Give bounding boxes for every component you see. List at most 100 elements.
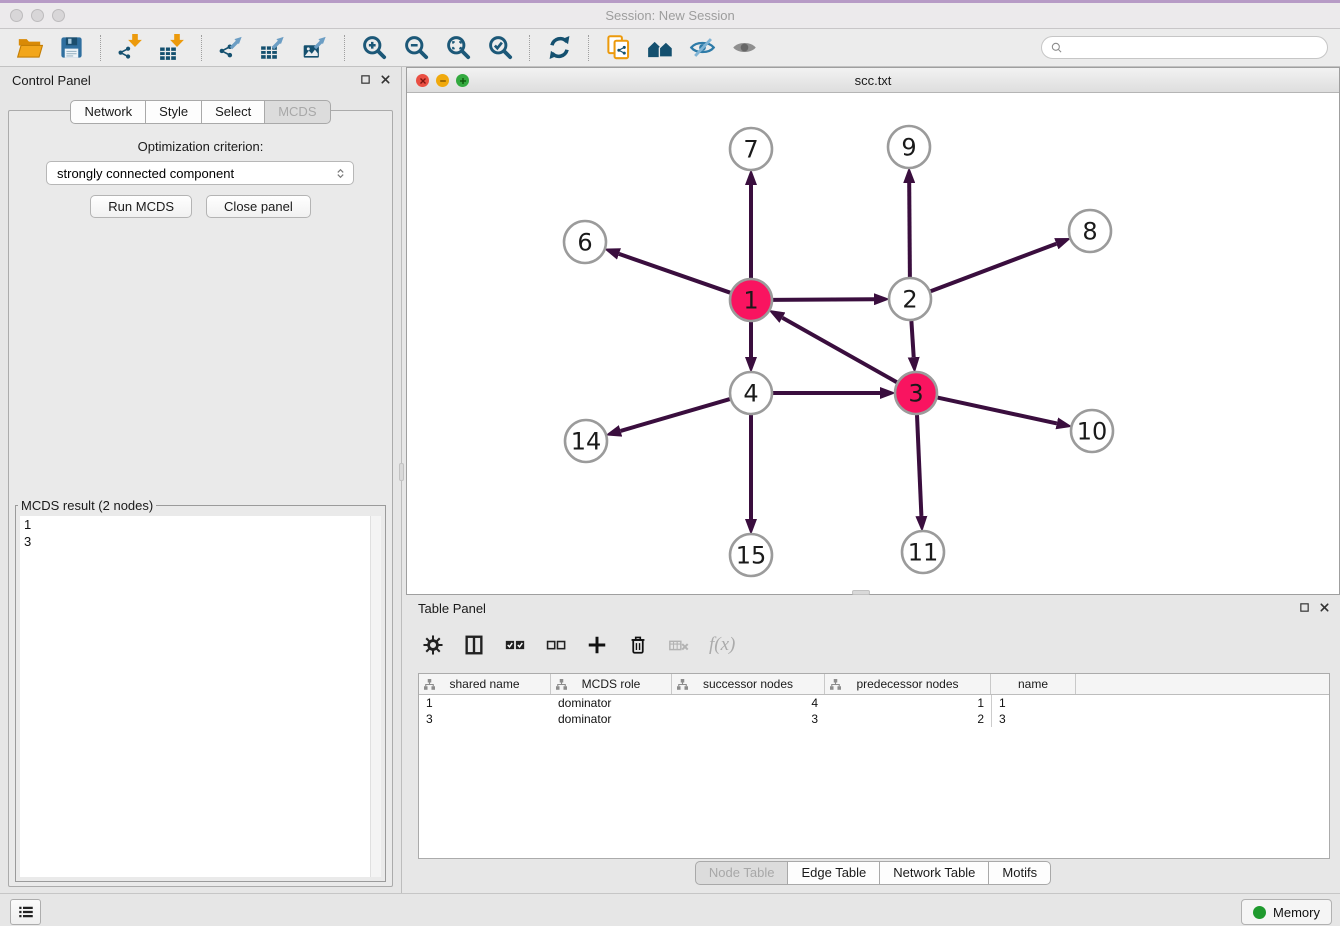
graph-node-7[interactable]: 7 — [730, 128, 772, 170]
function-builder-icon: f(x) — [709, 634, 735, 656]
float-panel-icon[interactable] — [1299, 602, 1310, 613]
table-panel: Table Panel f(x) shared nameMCDS rolesuc… — [406, 595, 1340, 893]
open-session-button[interactable] — [14, 33, 44, 63]
memory-label: Memory — [1273, 905, 1320, 920]
table-tab-motifs[interactable]: Motifs — [988, 861, 1051, 885]
graph-edge-1-2[interactable] — [773, 299, 874, 300]
table-row[interactable]: 3dominator323 — [419, 711, 1329, 727]
close-panel-icon[interactable] — [1319, 602, 1330, 613]
graph-node-10[interactable]: 10 — [1071, 410, 1113, 452]
select-all-rows-icon — [504, 634, 526, 656]
zoom-fit-button[interactable] — [443, 33, 473, 63]
status-bar: Memory — [0, 893, 1340, 926]
search-box[interactable] — [1041, 36, 1328, 59]
result-scrollbar[interactable] — [370, 516, 381, 877]
tab-select[interactable]: Select — [201, 100, 265, 124]
table-cell[interactable]: 1 — [825, 695, 991, 711]
table-cell[interactable]: 3 — [672, 711, 825, 727]
zoom-out-button[interactable] — [401, 33, 431, 63]
graph-edge-3-11[interactable] — [917, 415, 921, 516]
delete-column-icon — [627, 634, 649, 656]
first-neighbors-button[interactable] — [645, 33, 675, 63]
graph-node-3[interactable]: 3 — [895, 372, 937, 414]
application-window: Session: New Session Control Panel Netwo… — [0, 0, 1340, 926]
graph-node-15[interactable]: 15 — [730, 534, 772, 576]
column-header[interactable]: MCDS role — [551, 674, 672, 694]
table-tab-edge-table[interactable]: Edge Table — [787, 861, 880, 885]
network-canvas[interactable]: 7 9 6 8 1 2 4 3 14 10 15 11 — [407, 93, 1339, 594]
graph-edge-2-3[interactable] — [911, 321, 913, 357]
export-image-button[interactable] — [300, 33, 330, 63]
graph-node-11[interactable]: 11 — [902, 531, 944, 573]
export-network-button[interactable] — [216, 33, 246, 63]
table-cell[interactable]: 3 — [991, 711, 1076, 727]
table-cell[interactable]: 1 — [419, 695, 551, 711]
table-row[interactable]: 1dominator411 — [419, 695, 1329, 711]
criterion-select[interactable]: strongly connected component — [46, 161, 354, 185]
zoom-in-button[interactable] — [359, 33, 389, 63]
column-header[interactable]: successor nodes — [672, 674, 825, 694]
table-cell[interactable]: dominator — [551, 695, 672, 711]
deselect-all-rows-button[interactable] — [543, 632, 569, 658]
mcds-panel: Optimization criterion: strongly connect… — [8, 110, 393, 887]
delete-table-icon — [668, 634, 690, 656]
select-all-rows-button[interactable] — [502, 632, 528, 658]
table-cell[interactable]: 3 — [419, 711, 551, 727]
graph-edge-3-10[interactable] — [938, 398, 1057, 424]
vertical-splitter-grip[interactable] — [399, 463, 404, 481]
show-columns-icon — [463, 634, 485, 656]
import-table-button[interactable] — [157, 33, 187, 63]
graph-node-14[interactable]: 14 — [565, 420, 607, 462]
apply-layout-button[interactable] — [544, 33, 574, 63]
graph-node-9[interactable]: 9 — [888, 126, 930, 168]
tab-style[interactable]: Style — [145, 100, 202, 124]
graph-node-4[interactable]: 4 — [730, 372, 772, 414]
graph-node-1[interactable]: 1 — [730, 279, 772, 321]
save-session-button[interactable] — [56, 33, 86, 63]
export-table-button[interactable] — [258, 33, 288, 63]
table-tab-network-table[interactable]: Network Table — [879, 861, 989, 885]
titlebar: Session: New Session — [0, 3, 1340, 29]
function-builder-button: f(x) — [707, 632, 737, 658]
table-cell[interactable]: 1 — [991, 695, 1076, 711]
graph-node-8[interactable]: 8 — [1069, 210, 1111, 252]
toolbar-separator — [529, 35, 530, 61]
graph-edge-3-1[interactable] — [782, 318, 896, 383]
import-network-button[interactable] — [115, 33, 145, 63]
graph-edge-2-8[interactable] — [931, 244, 1057, 292]
show-columns-button[interactable] — [461, 632, 487, 658]
graph-edge-2-9[interactable] — [909, 183, 910, 277]
graph-node-6[interactable]: 6 — [564, 221, 606, 263]
table-cell[interactable]: dominator — [551, 711, 672, 727]
criterion-value: strongly connected component — [57, 166, 334, 181]
column-header[interactable]: predecessor nodes — [825, 674, 991, 694]
table-header-row: shared nameMCDS rolesuccessor nodesprede… — [419, 674, 1329, 695]
hide-selected-button[interactable] — [687, 33, 717, 63]
close-panel-icon[interactable] — [380, 74, 391, 85]
tab-mcds[interactable]: MCDS — [264, 100, 330, 124]
add-column-button[interactable] — [584, 632, 610, 658]
graph-node-label: 14 — [571, 428, 602, 456]
column-header[interactable]: name — [991, 674, 1076, 694]
run-mcds-button[interactable]: Run MCDS — [90, 195, 192, 218]
memory-button[interactable]: Memory — [1241, 899, 1332, 925]
table-tab-node-table[interactable]: Node Table — [695, 861, 789, 885]
graph-edge-1-6[interactable] — [619, 254, 730, 293]
clone-network-button[interactable] — [603, 33, 633, 63]
graph-node-2[interactable]: 2 — [889, 278, 931, 320]
delete-column-button[interactable] — [625, 632, 651, 658]
zoom-selected-button[interactable] — [485, 33, 515, 63]
show-all-button[interactable] — [729, 33, 759, 63]
table-options-button[interactable] — [420, 632, 446, 658]
open-session-icon — [16, 34, 43, 61]
search-input[interactable] — [1069, 40, 1319, 55]
column-header[interactable]: shared name — [419, 674, 551, 694]
clone-network-icon — [605, 34, 632, 61]
graph-edge-4-14[interactable] — [621, 399, 730, 431]
table-cell[interactable]: 4 — [672, 695, 825, 711]
close-panel-button[interactable]: Close panel — [206, 195, 311, 218]
tab-network[interactable]: Network — [70, 100, 146, 124]
float-panel-icon[interactable] — [360, 74, 371, 85]
table-cell[interactable]: 2 — [825, 711, 991, 727]
show-panels-button[interactable] — [10, 899, 41, 925]
